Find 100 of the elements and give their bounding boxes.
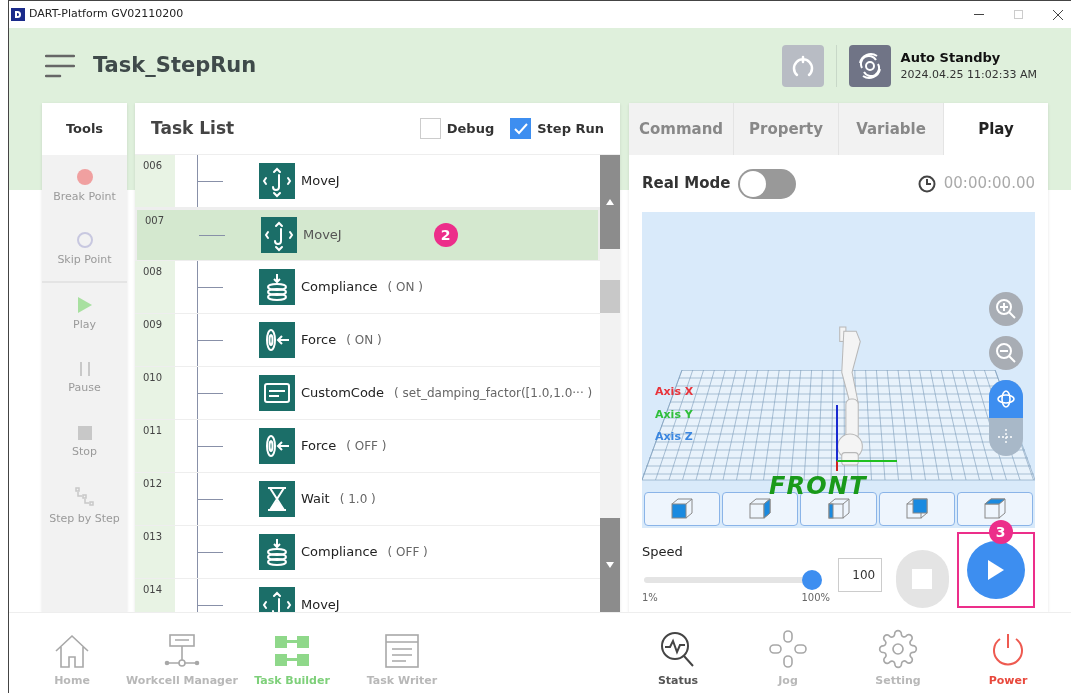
reset-button[interactable] [781, 44, 824, 87]
rotate-pan-toggle[interactable] [989, 380, 1023, 456]
axis-label: Axis Z [655, 429, 694, 445]
movej-command-icon [261, 217, 297, 253]
play-button[interactable] [966, 541, 1025, 599]
view-cube-button[interactable] [644, 492, 721, 526]
task-row[interactable]: 007 MoveJ 2 [135, 208, 600, 261]
view-cube-button[interactable] [800, 492, 877, 526]
command-args: ( ON ) [387, 279, 423, 296]
speed-min-label: 1% [642, 590, 658, 605]
document-icon [384, 632, 420, 669]
network-icon [163, 632, 201, 669]
task-row[interactable]: 011 Force ( OFF ) [135, 420, 600, 473]
command-name: Force [301, 437, 337, 456]
tools-heading: Tools [42, 103, 127, 155]
speed-value-field[interactable]: 100 [838, 558, 883, 592]
line-number: 010 [143, 371, 163, 385]
speed-max-label: 100% [801, 590, 830, 605]
cube-icon [826, 498, 851, 520]
task-row[interactable]: 009 Force ( ON ) [135, 314, 600, 367]
command-name: MoveJ [301, 172, 340, 191]
app-logo-icon [11, 8, 25, 21]
direction-pad-icon [768, 628, 808, 669]
menu-icon[interactable] [45, 53, 75, 78]
close-icon[interactable] [1053, 9, 1063, 20]
zoom-in-button[interactable] [989, 292, 1023, 326]
axis-label: Axis X [655, 384, 694, 400]
play-icon [77, 296, 92, 313]
nav-item[interactable]: Status [623, 613, 733, 693]
command-name: CustomCode [301, 384, 385, 403]
elapsed-timer: 00:00:00.00 [943, 173, 1035, 195]
command-args: ( OFF ) [387, 544, 428, 561]
panel-tab[interactable]: Property [734, 103, 839, 155]
task-row[interactable]: 010 CustomCode ( set_damping_factor([1.0,1.0··· ) [135, 367, 600, 420]
zoom-out-icon [995, 342, 1017, 364]
steps-icon [74, 486, 95, 507]
cube-icon [982, 498, 1007, 520]
rotate-icon [989, 380, 1023, 418]
command-args: ( set_damping_factor([1.0,1.0··· ) [394, 385, 593, 402]
nav-item[interactable]: Task Builder [237, 613, 347, 693]
checkbox[interactable] [510, 118, 532, 139]
view-cube-button[interactable] [956, 492, 1033, 526]
axis-label: Axis Y [655, 406, 694, 423]
front-label: FRONT [769, 474, 867, 498]
line-number: 009 [143, 318, 163, 332]
callout-number: 2 [433, 223, 458, 247]
robot-status-icon [848, 44, 891, 87]
nav-item[interactable]: Power [953, 613, 1063, 693]
command-name: MoveJ [303, 226, 342, 245]
task-row[interactable]: 013 Compliance ( OFF ) [135, 526, 600, 579]
compliance-command-icon [259, 269, 295, 305]
command-name: Compliance [301, 278, 378, 297]
force-command-icon [259, 322, 295, 358]
checkbox-label: Debug [446, 119, 495, 138]
checkbox-label: Step Run [537, 119, 604, 138]
line-number: 006 [143, 159, 163, 173]
real-mode-label: Real Mode [642, 173, 731, 195]
slider-thumb[interactable] [802, 569, 822, 590]
zoom-out-button[interactable] [989, 336, 1023, 370]
scroll-up-icon[interactable] [606, 199, 614, 205]
speed-label: Speed [642, 543, 684, 561]
line-number: 007 [145, 214, 165, 228]
line-number: 012 [143, 477, 163, 491]
task-row[interactable]: 012 Wait ( 1.0 ) [135, 473, 600, 526]
customcode-command-icon [259, 375, 295, 411]
scrollbar[interactable] [600, 155, 620, 612]
compliance-command-icon [259, 534, 295, 570]
cube-icon [670, 498, 695, 520]
real-mode-toggle[interactable] [738, 168, 797, 199]
zoom-in-icon [995, 298, 1017, 320]
wait-command-icon [259, 481, 295, 517]
task-list-heading: Task List [151, 116, 235, 140]
stop-icon [912, 569, 933, 589]
pause-icon [78, 361, 91, 376]
panel-tab[interactable]: Command [629, 103, 734, 155]
line-number: 008 [143, 265, 163, 279]
command-name: Compliance [301, 543, 378, 562]
status-time: 2024.04.25 11:02:33 AM [900, 67, 1037, 83]
robot-state-label: Auto Standby [900, 48, 1002, 67]
view-cube-button[interactable] [722, 492, 799, 526]
command-args: ( OFF ) [346, 438, 387, 455]
task-row[interactable]: 008 Compliance ( ON ) [135, 261, 600, 314]
command-name: Force [301, 331, 337, 350]
checkbox[interactable] [419, 118, 441, 139]
cube-icon [748, 498, 773, 520]
scroll-down-icon[interactable] [606, 562, 614, 568]
play-icon [986, 559, 1005, 581]
command-name: Wait [301, 490, 330, 509]
view-cube-button[interactable] [878, 492, 955, 526]
clock-icon [917, 174, 936, 193]
speed-slider[interactable] [642, 569, 822, 590]
line-number: 014 [143, 583, 163, 597]
window-title: DART-Platform GV02110200 [29, 6, 184, 23]
panel-tab[interactable]: Variable [839, 103, 944, 155]
command-args: ( ON ) [346, 332, 382, 349]
panel-tab[interactable]: Play [944, 103, 1048, 155]
scrollbar-thumb[interactable] [600, 280, 620, 313]
task-title: Task_StepRun [93, 51, 257, 79]
line-number: 013 [143, 530, 163, 544]
command-name: MoveJ [301, 596, 340, 612]
